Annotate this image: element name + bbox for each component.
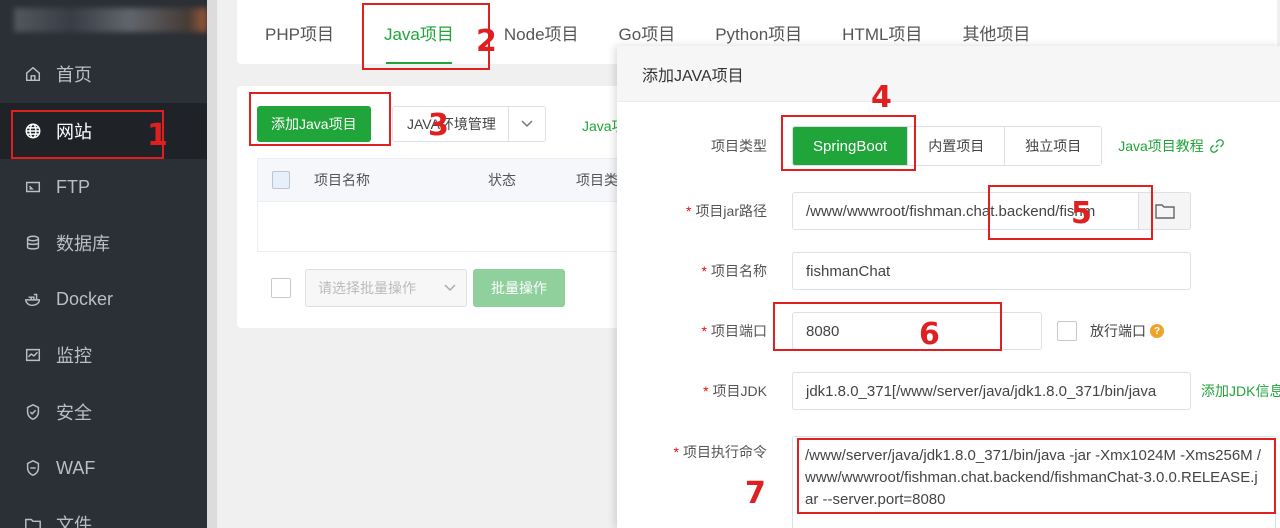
chevron-down-icon (444, 284, 456, 292)
batch-select-placeholder: 请选择批量操作 (318, 280, 416, 296)
sidebar-item-label: 数据库 (56, 234, 110, 254)
project-jdk-row: * 项目JDK jdk1.8.0_371[/www/server/java/jdk… (617, 372, 1280, 410)
home-icon (22, 63, 44, 85)
monitor-icon (22, 344, 44, 366)
sidebar-item-docker[interactable]: Docker (0, 271, 207, 327)
annotation-box-1 (11, 110, 164, 159)
type-builtin-button[interactable]: 内置项目 (907, 127, 1005, 165)
sidebar-item-label: Docker (56, 288, 114, 309)
java-env-manage-label[interactable]: JAVA环境管理 (393, 107, 509, 141)
project-command-label: * 项目执行命令 (673, 444, 767, 460)
release-port-checkbox[interactable] (1057, 321, 1077, 341)
folder-icon (1154, 204, 1175, 219)
sidebar-item-waf[interactable]: WAF (0, 440, 207, 496)
database-icon (22, 232, 44, 254)
chevron-down-icon[interactable] (509, 107, 545, 141)
dialog-title: 添加JAVA项目 (617, 46, 1280, 102)
sidebar-item-label: WAF (56, 457, 96, 478)
batch-operation-button[interactable]: 批量操作 (473, 269, 565, 307)
sidebar-item-files[interactable]: 文件 (0, 496, 207, 528)
project-type-label: 项目类型 (711, 138, 767, 154)
sidebar-item-label: FTP (56, 176, 90, 197)
batch-select[interactable]: 请选择批量操作 (305, 269, 467, 307)
annotation-box-6 (773, 302, 1002, 351)
jar-path-label: * 项目jar路径 (685, 203, 767, 219)
folder-icon (22, 513, 44, 528)
add-jdk-link[interactable]: 添加JDK信息 (1201, 381, 1280, 401)
project-port-label-text: 项目端口 (711, 323, 767, 339)
annotation-number-3: 3 (428, 108, 449, 143)
ftp-icon (22, 176, 44, 198)
type-standalone-button[interactable]: 独立项目 (1004, 127, 1102, 165)
project-name-label-text: 项目名称 (711, 263, 767, 279)
sidebar-item-label: 监控 (56, 346, 92, 366)
shield-icon (22, 401, 44, 423)
sidebar-scrollbar[interactable] (207, 0, 217, 528)
sidebar-item-database[interactable]: 数据库 (0, 215, 207, 271)
tab-node[interactable]: Node项目 (484, 0, 599, 64)
project-jdk-label-text: 项目JDK (712, 383, 767, 399)
release-port-label: 放行端口 (1090, 323, 1146, 339)
annotation-number-7: 7 (745, 476, 766, 511)
link-icon (1209, 139, 1224, 153)
tutorial-link-text: Java项目教程 (1118, 138, 1204, 154)
java-env-manage-button[interactable]: JAVA环境管理 (392, 106, 546, 142)
tab-php[interactable]: PHP项目 (245, 0, 354, 64)
col-status: 状态 (488, 172, 516, 188)
sidebar-item-label: 文件 (56, 515, 92, 528)
sidebar-item-label: 首页 (56, 65, 92, 85)
jdk-select[interactable]: jdk1.8.0_371[/www/server/java/jdk1.8.0_3… (792, 372, 1191, 410)
batch-checkbox[interactable] (271, 278, 291, 298)
col-project-name: 项目名称 (314, 172, 370, 188)
sidebar-item-ftp[interactable]: FTP (0, 159, 207, 215)
project-name-input[interactable]: fishmanChat (792, 252, 1191, 290)
project-port-label: * 项目端口 (701, 323, 767, 339)
annotation-box-2 (362, 3, 490, 70)
project-type-row: 项目类型 SpringBoot 内置项目 独立项目 Java项目教程 (617, 126, 1224, 166)
waf-icon (22, 457, 44, 479)
annotation-number-4: 4 (871, 80, 892, 115)
java-project-tutorial-link[interactable]: Java项目教程 (1118, 136, 1224, 156)
annotation-number-6: 6 (919, 317, 940, 352)
project-name-row: * 项目名称 fishmanChat (617, 252, 1191, 290)
annotation-box-3 (249, 92, 391, 146)
annotation-number-2: 2 (476, 24, 497, 59)
project-name-label: * 项目名称 (701, 263, 767, 279)
project-jdk-label: * 项目JDK (703, 383, 767, 399)
sidebar: 首页 网站 FTP 数据库 Docker 监控 安全 WAF 文件 (0, 0, 207, 528)
project-command-label-text: 项目执行命令 (683, 444, 767, 460)
batch-operation-bar: 请选择批量操作 批量操作 (257, 269, 565, 307)
sidebar-item-monitor[interactable]: 监控 (0, 327, 207, 383)
sidebar-item-security[interactable]: 安全 (0, 384, 207, 440)
annotation-box-4 (781, 115, 916, 171)
select-all-checkbox[interactable] (272, 171, 290, 189)
sidebar-item-label: 安全 (56, 403, 92, 423)
jar-path-label-text: 项目jar路径 (695, 203, 767, 219)
sidebar-server-info (0, 0, 207, 40)
annotation-box-7 (797, 438, 1276, 514)
docker-icon (22, 288, 44, 310)
col-project-type: 项目类 (576, 172, 618, 188)
blurred-server-name (14, 8, 207, 32)
sidebar-item-home[interactable]: 首页 (0, 46, 207, 102)
help-icon[interactable]: ? (1150, 324, 1164, 338)
annotation-number-5: 5 (1071, 196, 1092, 231)
annotation-number-1: 1 (147, 118, 168, 153)
